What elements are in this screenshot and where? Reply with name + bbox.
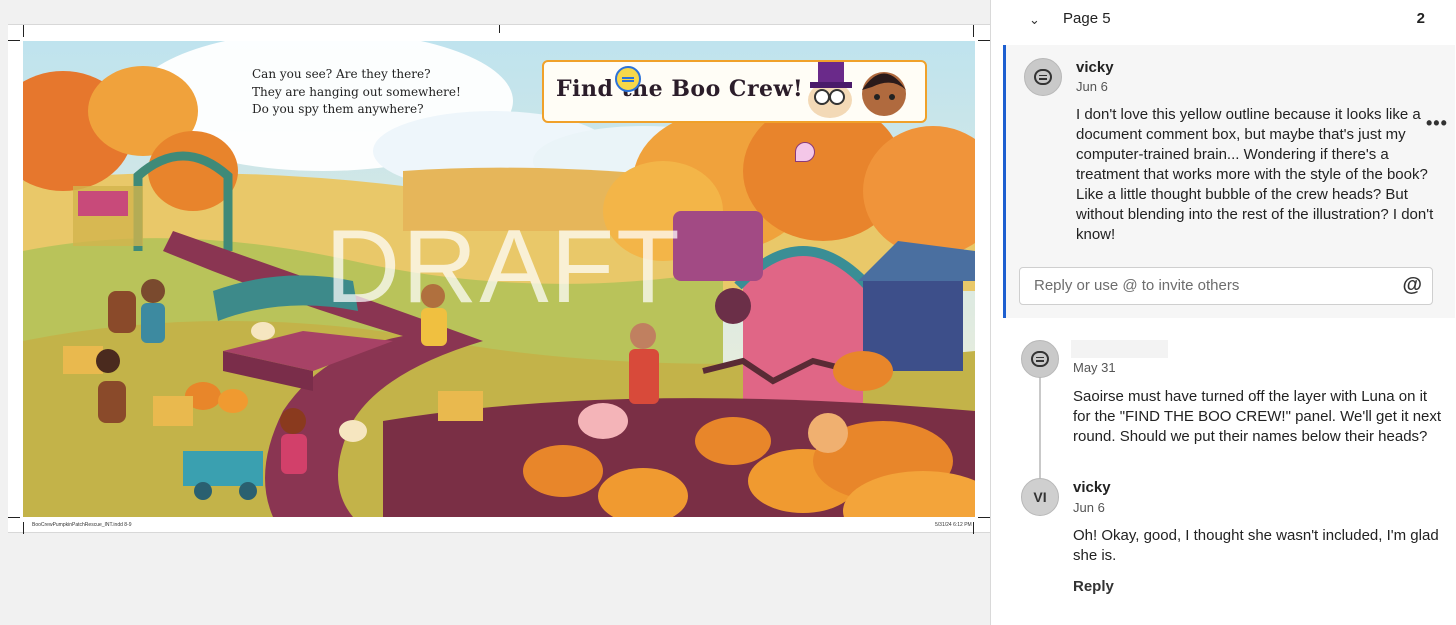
page-group-header[interactable]: ⌄ Page 5 2 — [991, 0, 1456, 40]
comment-bubble-icon — [1034, 69, 1052, 85]
comment-pin-secondary-icon[interactable] — [795, 142, 815, 162]
rhyme-text: Can you see? Are they there? They are ha… — [252, 66, 461, 119]
page-label: Page 5 — [1063, 10, 1111, 27]
footer-timestamp: 5/31/24 6:12 PM — [935, 522, 972, 528]
find-panel-title: Find the Boo Crew! — [556, 76, 804, 102]
avatar: VI — [1021, 478, 1059, 516]
comment-body: Saoirse must have turned off the layer w… — [1073, 388, 1442, 445]
draft-watermark: DRAFT — [325, 209, 682, 325]
reply-input[interactable]: Reply or use @ to invite others @ — [1019, 267, 1433, 305]
comment-bubble-icon — [1031, 351, 1049, 367]
reply-placeholder: Reply or use @ to invite others — [1034, 277, 1240, 294]
comment-body: I don't love this yellow outline because… — [1076, 106, 1434, 243]
rhyme-line-2: They are hanging out somewhere! — [252, 84, 461, 99]
crop-mark — [8, 40, 20, 41]
crop-mark — [978, 40, 990, 41]
comment-author: vicky — [1076, 59, 1114, 76]
chevron-down-icon[interactable]: ⌄ — [1029, 12, 1040, 28]
comment-date: Jun 6 — [1076, 79, 1108, 94]
avatar — [1024, 58, 1062, 96]
document-viewer: Can you see? Are they there? They are ha… — [0, 0, 990, 625]
reply-author: vicky — [1073, 479, 1111, 496]
rhyme-line-1: Can you see? Are they there? — [252, 67, 431, 81]
find-boo-crew-panel: Find the Boo Crew! — [542, 60, 927, 123]
reply-body: Oh! Okay, good, I thought she wasn't inc… — [1073, 527, 1439, 564]
comment-pin-icon[interactable] — [615, 66, 641, 92]
avatar — [1021, 340, 1059, 378]
crop-mark — [978, 517, 990, 518]
footer-filename: BooCrewPumpkinPatchRescue_INT.indd 8-9 — [32, 522, 132, 528]
rhyme-line-3: Do you spy them anywhere? — [252, 102, 424, 116]
comment-date: May 31 — [1073, 360, 1116, 375]
thread-connector — [1039, 376, 1041, 482]
crop-mark — [8, 517, 20, 518]
crop-mark — [973, 25, 974, 37]
redacted-author-name — [1071, 340, 1168, 358]
reply-date: Jun 6 — [1073, 500, 1105, 515]
avatar-initials: VI — [1033, 489, 1047, 505]
crop-mark — [973, 522, 974, 534]
crop-mark — [23, 25, 24, 37]
crop-mark — [23, 522, 24, 534]
reply-button[interactable]: Reply — [1073, 578, 1114, 595]
mention-at-icon[interactable]: @ — [1402, 274, 1422, 297]
crop-mark — [499, 25, 500, 33]
crew-heads-illustration — [808, 62, 906, 118]
comment-count: 2 — [1416, 10, 1425, 27]
